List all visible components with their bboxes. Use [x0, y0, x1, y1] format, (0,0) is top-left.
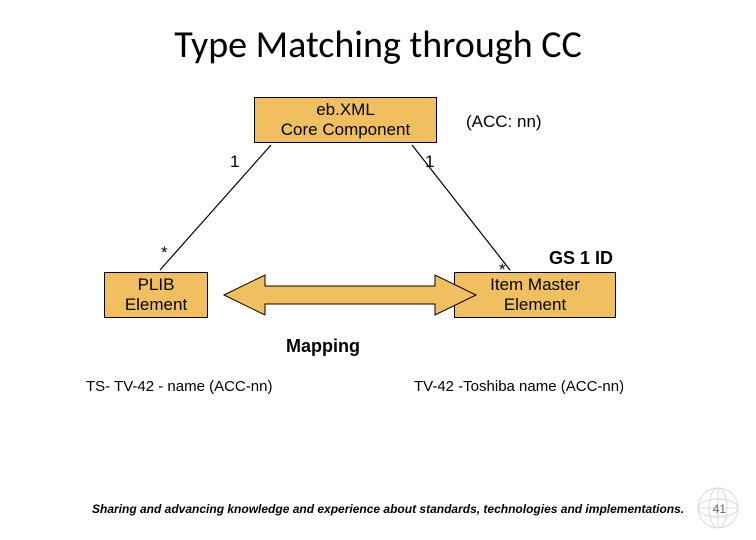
- box-item-master-element: Item Master Element: [454, 272, 616, 318]
- label-acc: (ACC: nn): [466, 112, 542, 132]
- box-ebxml-cc: eb.XML Core Component: [254, 97, 437, 143]
- label-star-left: *: [161, 243, 168, 263]
- box-ebxml-cc-text: eb.XML Core Component: [281, 100, 410, 139]
- slide-title: Type Matching through CC: [0, 22, 756, 68]
- label-one-right: 1: [425, 152, 434, 172]
- label-one-left: 1: [230, 152, 239, 172]
- box-plib-element: PLIB Element: [104, 272, 208, 318]
- label-gs1-id: GS 1 ID: [549, 248, 613, 269]
- footer-text: Sharing and advancing knowledge and expe…: [92, 502, 684, 516]
- example-right: TV-42 -Toshiba name (ACC-nn): [414, 378, 624, 395]
- diagram-lines: [0, 0, 756, 540]
- box-item-master-element-text: Item Master Element: [490, 275, 580, 314]
- example-left: TS- TV-42 - name (ACC-nn): [86, 378, 272, 395]
- box-plib-element-text: PLIB Element: [125, 275, 187, 314]
- globe-icon: [696, 486, 740, 530]
- mapping-arrow-icon: [224, 275, 476, 315]
- label-mapping: Mapping: [286, 336, 360, 357]
